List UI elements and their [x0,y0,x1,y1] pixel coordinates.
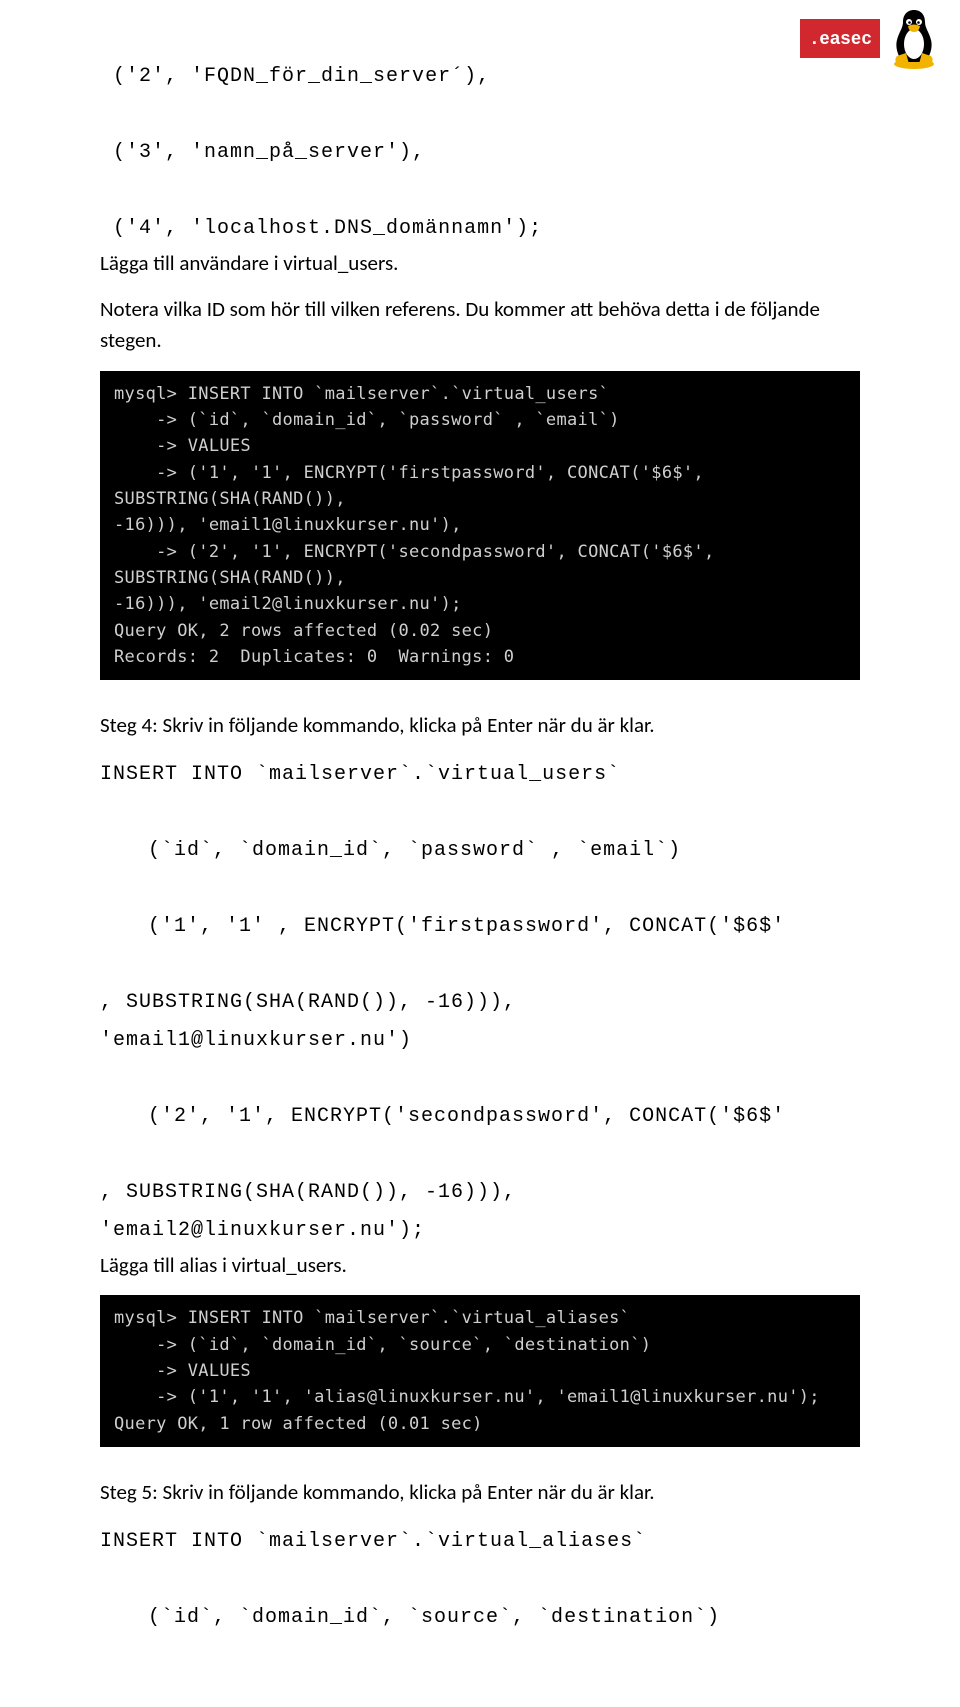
header-logo: .easec [800,6,942,70]
brand-badge: .easec [800,19,880,58]
code-line: ('3', 'namn_på_server'), [100,141,425,164]
code-line: ('1', '1' , ENCRYPT('firstpassword', CON… [100,908,860,946]
terminal-output-1: mysql> INSERT INTO `mailserver`.`virtual… [100,371,860,681]
code-insert-users: INSERT INTO `mailserver`.`virtual_users`… [100,756,860,1250]
paragraph-add-users: Lägga till användare i virtual_users. [100,248,860,280]
code-line: , SUBSTRING(SHA(RAND()), -16))), [100,991,516,1014]
code-line: , SUBSTRING(SHA(RAND()), -16))), [100,1181,516,1204]
code-top: ('2', 'FQDN_för_din_server´), ('3', 'nam… [100,58,860,248]
code-line: 'email1@linuxkurser.nu') [100,1029,412,1052]
document-page: .easec ('2', 'FQDN_för_din_server´), ('3… [0,0,960,1707]
code-insert-aliases: INSERT INTO `mailserver`.`virtual_aliase… [100,1523,860,1637]
code-line: INSERT INTO `mailserver`.`virtual_users` [100,763,620,786]
brand-name: easec [819,28,872,48]
code-line: INSERT INTO `mailserver`.`virtual_aliase… [100,1530,646,1553]
code-line: ('4', 'localhost.DNS_domännamn'); [100,217,542,240]
paragraph-note-ids: Notera vilka ID som hör till vilken refe… [100,294,860,357]
step-4-heading: Steg 4: Skriv in följande kommando, klic… [100,710,860,742]
brand-dot: . [812,28,818,48]
tux-icon [886,6,942,70]
paragraph-add-aliases: Lägga till alias i virtual_users. [100,1250,860,1282]
code-line: 'email2@linuxkurser.nu'); [100,1219,425,1242]
code-line: ('2', '1', ENCRYPT('secondpassword', CON… [100,1098,860,1136]
step-5-heading: Steg 5: Skriv in följande kommando, klic… [100,1477,860,1509]
terminal-output-2: mysql> INSERT INTO `mailserver`.`virtual… [100,1295,860,1447]
code-line: (`id`, `domain_id`, `password` , `email`… [100,832,860,870]
code-line: (`id`, `domain_id`, `source`, `destinati… [100,1599,860,1637]
code-line: ('2', 'FQDN_för_din_server´), [100,65,490,88]
